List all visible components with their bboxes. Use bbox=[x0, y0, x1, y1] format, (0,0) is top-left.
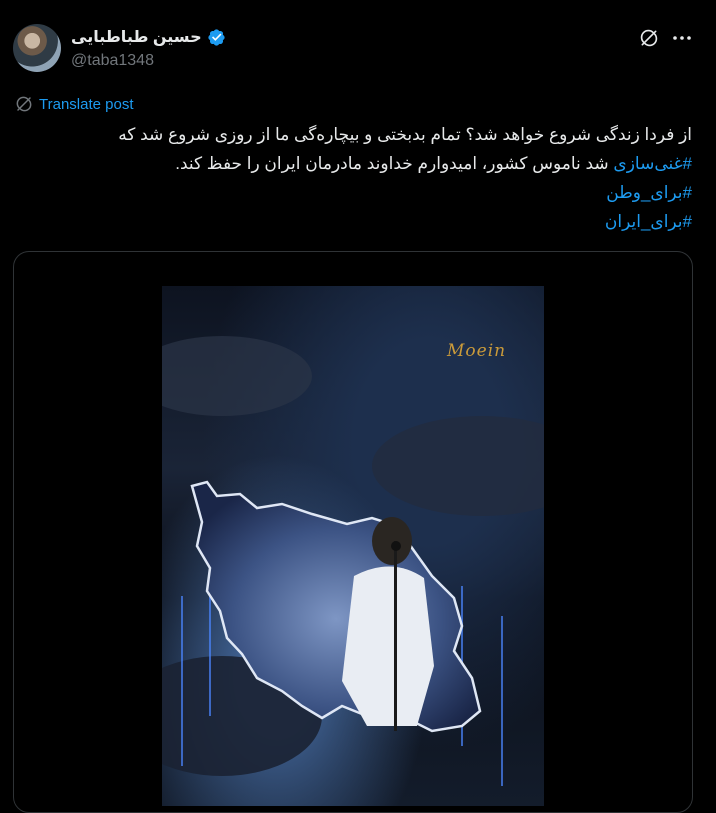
author-avatar[interactable] bbox=[13, 24, 61, 72]
more-options-icon bbox=[673, 36, 691, 40]
translate-post-label[interactable]: Translate post bbox=[39, 96, 134, 113]
more-options-button[interactable] bbox=[671, 26, 693, 50]
grok-button[interactable] bbox=[637, 26, 661, 50]
media-container[interactable]: Moein bbox=[13, 251, 693, 813]
post-line-4: #برای_ایران bbox=[52, 207, 692, 236]
translate-post-link[interactable]: Translate post bbox=[15, 95, 134, 113]
post-line-2: #غنی‌سازی شد ناموس کشور، امیدوارم خداوند… bbox=[52, 149, 692, 178]
hashtag-link-enrichment[interactable]: #غنی‌سازی bbox=[613, 154, 692, 173]
post-line-3: #برای_وطن bbox=[52, 178, 692, 207]
author-name-row[interactable]: حسین طباطبایی bbox=[71, 27, 226, 47]
verified-badge-icon bbox=[207, 28, 225, 46]
author-display-name[interactable]: حسین طباطبایی bbox=[71, 27, 202, 47]
video-frame-art bbox=[162, 336, 544, 786]
post-line-2-text: شد ناموس کشور، امیدوارم خداوند مادرمان ا… bbox=[175, 154, 614, 173]
hashtag-link-for-homeland[interactable]: #برای_وطن bbox=[606, 183, 692, 202]
post-line-1: از فردا زندگی شروع خواهد شد؟ تمام بدبختی… bbox=[118, 125, 692, 144]
video-player[interactable]: Moein bbox=[162, 286, 544, 806]
grok-icon bbox=[640, 29, 658, 47]
hashtag-link-for-iran[interactable]: #برای_ایران bbox=[605, 212, 692, 231]
post-text: از فردا زندگی شروع خواهد شد؟ تمام بدبختی… bbox=[52, 120, 692, 236]
translate-icon bbox=[16, 96, 32, 112]
author-handle[interactable]: @taba1348 bbox=[71, 52, 154, 70]
video-watermark: Moein bbox=[447, 341, 507, 361]
